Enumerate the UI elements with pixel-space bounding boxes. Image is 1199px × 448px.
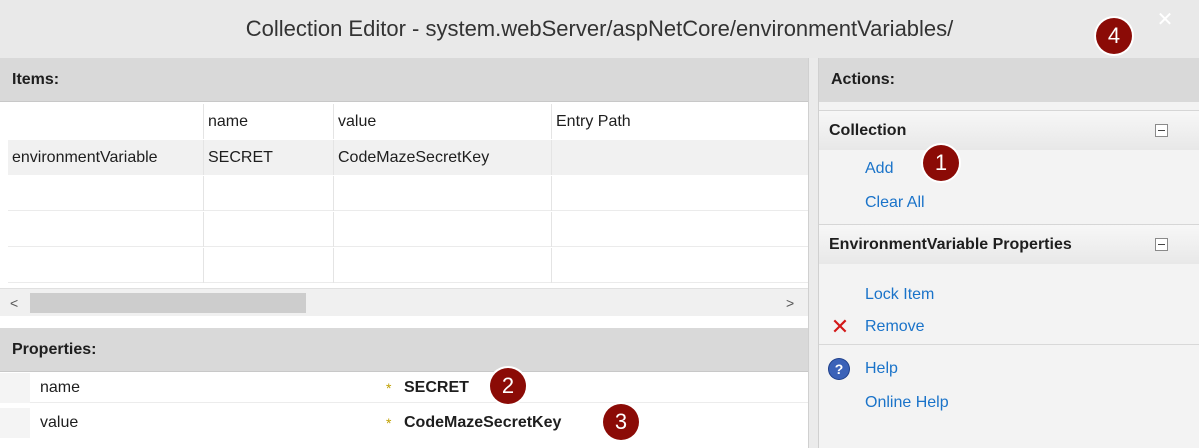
empty-cell — [8, 176, 204, 211]
collection-group-header[interactable]: Collection — [819, 110, 1199, 150]
collapse-icon[interactable] — [1155, 124, 1168, 137]
window-title: Collection Editor - system.webServer/asp… — [245, 16, 954, 41]
empty-cell — [334, 176, 552, 211]
left-pane: Items: name value Entry Path environment… — [0, 58, 808, 448]
scrollbar-thumb[interactable] — [30, 293, 306, 313]
property-label: value — [40, 414, 79, 431]
close-button[interactable]: ✕ — [1140, 6, 1190, 36]
empty-cell — [334, 212, 552, 247]
empty-cell — [204, 212, 334, 247]
collection-group-title: Collection — [829, 122, 907, 139]
empty-cell — [8, 248, 204, 283]
lock-item-link[interactable]: Lock Item — [865, 282, 934, 308]
empty-cell — [552, 248, 808, 283]
callout-badge-1: 1 — [923, 145, 959, 181]
help-circle-icon: ? — [829, 359, 849, 379]
cell-name: SECRET — [204, 140, 334, 175]
clear-all-link[interactable]: Clear All — [865, 190, 925, 216]
empty-cell — [552, 212, 808, 247]
callout-badge-2: 2 — [490, 368, 526, 404]
properties-group-header[interactable]: EnvironmentVariable Properties — [819, 224, 1199, 264]
column-header-value[interactable]: value — [334, 104, 552, 139]
actions-header: Actions: — [819, 58, 1199, 102]
table-row[interactable]: environmentVariable SECRET CodeMazeSecre… — [8, 140, 808, 175]
property-row-value[interactable]: value * CodeMazeSecretKey — [0, 408, 808, 438]
online-help-link[interactable]: Online Help — [865, 390, 949, 416]
empty-cell — [204, 248, 334, 283]
actions-pane: Actions: Collection Add Clear All Enviro… — [819, 58, 1199, 448]
cell-item-type: environmentVariable — [8, 140, 204, 175]
help-link[interactable]: Help — [865, 356, 898, 382]
cell-value: CodeMazeSecretKey — [334, 140, 552, 175]
column-header-entry-path[interactable]: Entry Path — [552, 104, 808, 139]
empty-cell — [334, 248, 552, 283]
remove-x-icon: ✕ — [830, 314, 850, 339]
property-value[interactable]: SECRET — [404, 373, 469, 403]
callout-badge-3: 3 — [603, 404, 639, 440]
empty-cell — [204, 176, 334, 211]
properties-group-title: EnvironmentVariable Properties — [829, 236, 1072, 253]
property-row-name[interactable]: name * SECRET — [0, 373, 808, 403]
column-header-name[interactable]: name — [204, 104, 334, 139]
empty-row — [8, 176, 808, 211]
empty-row — [8, 248, 808, 283]
modified-marker-icon: * — [386, 380, 392, 396]
property-value[interactable]: CodeMazeSecretKey — [404, 408, 561, 438]
scroll-right-icon[interactable]: > — [786, 289, 794, 317]
items-header: Items: — [0, 58, 808, 102]
column-header-blank[interactable] — [8, 104, 204, 139]
horizontal-scrollbar[interactable]: < > — [0, 288, 808, 316]
remove-link[interactable]: Remove — [865, 314, 925, 340]
collapse-icon[interactable] — [1155, 238, 1168, 251]
property-indent — [0, 373, 30, 403]
scroll-left-icon[interactable]: < — [10, 289, 18, 317]
pane-splitter[interactable] — [808, 58, 819, 448]
empty-cell — [8, 212, 204, 247]
property-indent — [0, 408, 30, 438]
grid-header-row: name value Entry Path — [8, 104, 808, 139]
title-bar: Collection Editor - system.webServer/asp… — [0, 0, 1199, 58]
items-grid: name value Entry Path environmentVariabl… — [8, 104, 808, 288]
modified-marker-icon: * — [386, 415, 392, 431]
property-label: name — [40, 379, 81, 396]
add-link[interactable]: Add — [865, 156, 893, 182]
empty-row — [8, 212, 808, 247]
divider — [819, 344, 1199, 345]
empty-cell — [552, 176, 808, 211]
properties-header: Properties: — [0, 328, 808, 372]
cell-entry-path — [552, 140, 808, 175]
callout-badge-4: 4 — [1096, 18, 1132, 54]
